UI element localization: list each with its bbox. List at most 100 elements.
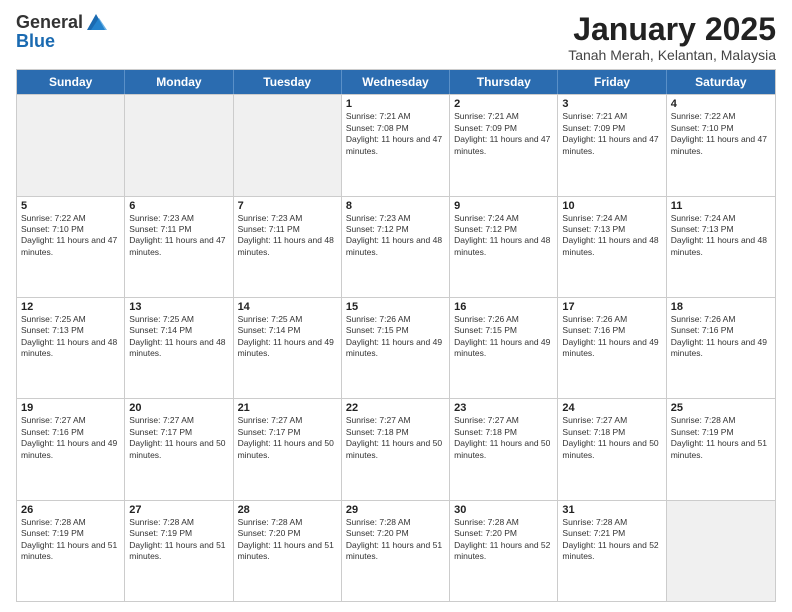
logo: General Blue bbox=[16, 12, 107, 52]
day-info: Sunrise: 7:25 AMSunset: 7:14 PMDaylight:… bbox=[238, 314, 337, 360]
day-info: Sunrise: 7:24 AMSunset: 7:13 PMDaylight:… bbox=[562, 213, 661, 259]
cal-cell: 25Sunrise: 7:28 AMSunset: 7:19 PMDayligh… bbox=[667, 399, 775, 499]
cal-cell: 10Sunrise: 7:24 AMSunset: 7:13 PMDayligh… bbox=[558, 197, 666, 297]
day-number: 20 bbox=[129, 402, 228, 414]
cal-cell: 7Sunrise: 7:23 AMSunset: 7:11 PMDaylight… bbox=[234, 197, 342, 297]
main-title: January 2025 bbox=[568, 12, 776, 47]
day-info: Sunrise: 7:28 AMSunset: 7:20 PMDaylight:… bbox=[454, 517, 553, 563]
cal-cell: 14Sunrise: 7:25 AMSunset: 7:14 PMDayligh… bbox=[234, 298, 342, 398]
day-number: 2 bbox=[454, 98, 553, 110]
day-info: Sunrise: 7:27 AMSunset: 7:17 PMDaylight:… bbox=[238, 415, 337, 461]
cal-cell: 4Sunrise: 7:22 AMSunset: 7:10 PMDaylight… bbox=[667, 95, 775, 195]
cal-cell: 30Sunrise: 7:28 AMSunset: 7:20 PMDayligh… bbox=[450, 501, 558, 601]
day-info: Sunrise: 7:23 AMSunset: 7:11 PMDaylight:… bbox=[238, 213, 337, 259]
day-number: 4 bbox=[671, 98, 771, 110]
subtitle: Tanah Merah, Kelantan, Malaysia bbox=[568, 47, 776, 63]
cal-cell: 29Sunrise: 7:28 AMSunset: 7:20 PMDayligh… bbox=[342, 501, 450, 601]
cal-cell: 21Sunrise: 7:27 AMSunset: 7:17 PMDayligh… bbox=[234, 399, 342, 499]
day-number: 27 bbox=[129, 504, 228, 516]
day-number: 13 bbox=[129, 301, 228, 313]
day-info: Sunrise: 7:22 AMSunset: 7:10 PMDaylight:… bbox=[671, 111, 771, 157]
logo-general-text: General bbox=[16, 13, 83, 33]
cal-cell: 12Sunrise: 7:25 AMSunset: 7:13 PMDayligh… bbox=[17, 298, 125, 398]
day-info: Sunrise: 7:25 AMSunset: 7:13 PMDaylight:… bbox=[21, 314, 120, 360]
cal-cell: 5Sunrise: 7:22 AMSunset: 7:10 PMDaylight… bbox=[17, 197, 125, 297]
cal-header-wednesday: Wednesday bbox=[342, 70, 450, 94]
day-number: 5 bbox=[21, 200, 120, 212]
cal-cell: 11Sunrise: 7:24 AMSunset: 7:13 PMDayligh… bbox=[667, 197, 775, 297]
day-number: 30 bbox=[454, 504, 553, 516]
day-number: 28 bbox=[238, 504, 337, 516]
day-number: 12 bbox=[21, 301, 120, 313]
day-number: 29 bbox=[346, 504, 445, 516]
day-info: Sunrise: 7:25 AMSunset: 7:14 PMDaylight:… bbox=[129, 314, 228, 360]
day-number: 31 bbox=[562, 504, 661, 516]
cal-cell: 19Sunrise: 7:27 AMSunset: 7:16 PMDayligh… bbox=[17, 399, 125, 499]
day-info: Sunrise: 7:27 AMSunset: 7:18 PMDaylight:… bbox=[346, 415, 445, 461]
day-number: 14 bbox=[238, 301, 337, 313]
day-info: Sunrise: 7:27 AMSunset: 7:17 PMDaylight:… bbox=[129, 415, 228, 461]
cal-header-tuesday: Tuesday bbox=[234, 70, 342, 94]
cal-cell: 22Sunrise: 7:27 AMSunset: 7:18 PMDayligh… bbox=[342, 399, 450, 499]
day-info: Sunrise: 7:21 AMSunset: 7:08 PMDaylight:… bbox=[346, 111, 445, 157]
day-info: Sunrise: 7:27 AMSunset: 7:16 PMDaylight:… bbox=[21, 415, 120, 461]
day-info: Sunrise: 7:26 AMSunset: 7:15 PMDaylight:… bbox=[346, 314, 445, 360]
cal-cell: 9Sunrise: 7:24 AMSunset: 7:12 PMDaylight… bbox=[450, 197, 558, 297]
cal-header-saturday: Saturday bbox=[667, 70, 775, 94]
cal-week-4: 19Sunrise: 7:27 AMSunset: 7:16 PMDayligh… bbox=[17, 398, 775, 499]
day-info: Sunrise: 7:28 AMSunset: 7:20 PMDaylight:… bbox=[238, 517, 337, 563]
day-number: 22 bbox=[346, 402, 445, 414]
day-info: Sunrise: 7:28 AMSunset: 7:21 PMDaylight:… bbox=[562, 517, 661, 563]
day-number: 1 bbox=[346, 98, 445, 110]
day-number: 8 bbox=[346, 200, 445, 212]
cal-cell: 26Sunrise: 7:28 AMSunset: 7:19 PMDayligh… bbox=[17, 501, 125, 601]
day-info: Sunrise: 7:23 AMSunset: 7:11 PMDaylight:… bbox=[129, 213, 228, 259]
day-info: Sunrise: 7:21 AMSunset: 7:09 PMDaylight:… bbox=[562, 111, 661, 157]
logo-icon bbox=[85, 12, 107, 34]
cal-cell: 13Sunrise: 7:25 AMSunset: 7:14 PMDayligh… bbox=[125, 298, 233, 398]
cal-cell: 24Sunrise: 7:27 AMSunset: 7:18 PMDayligh… bbox=[558, 399, 666, 499]
cal-cell: 16Sunrise: 7:26 AMSunset: 7:15 PMDayligh… bbox=[450, 298, 558, 398]
cal-week-3: 12Sunrise: 7:25 AMSunset: 7:13 PMDayligh… bbox=[17, 297, 775, 398]
day-info: Sunrise: 7:27 AMSunset: 7:18 PMDaylight:… bbox=[454, 415, 553, 461]
day-number: 9 bbox=[454, 200, 553, 212]
day-info: Sunrise: 7:26 AMSunset: 7:16 PMDaylight:… bbox=[562, 314, 661, 360]
cal-cell: 8Sunrise: 7:23 AMSunset: 7:12 PMDaylight… bbox=[342, 197, 450, 297]
day-info: Sunrise: 7:26 AMSunset: 7:15 PMDaylight:… bbox=[454, 314, 553, 360]
cal-cell: 31Sunrise: 7:28 AMSunset: 7:21 PMDayligh… bbox=[558, 501, 666, 601]
day-number: 3 bbox=[562, 98, 661, 110]
day-info: Sunrise: 7:28 AMSunset: 7:19 PMDaylight:… bbox=[21, 517, 120, 563]
day-info: Sunrise: 7:28 AMSunset: 7:19 PMDaylight:… bbox=[129, 517, 228, 563]
day-info: Sunrise: 7:28 AMSunset: 7:20 PMDaylight:… bbox=[346, 517, 445, 563]
logo-blue-text: Blue bbox=[16, 32, 55, 52]
day-number: 21 bbox=[238, 402, 337, 414]
cal-week-2: 5Sunrise: 7:22 AMSunset: 7:10 PMDaylight… bbox=[17, 196, 775, 297]
day-number: 17 bbox=[562, 301, 661, 313]
day-info: Sunrise: 7:23 AMSunset: 7:12 PMDaylight:… bbox=[346, 213, 445, 259]
cal-cell: 6Sunrise: 7:23 AMSunset: 7:11 PMDaylight… bbox=[125, 197, 233, 297]
day-number: 25 bbox=[671, 402, 771, 414]
calendar-header: SundayMondayTuesdayWednesdayThursdayFrid… bbox=[17, 70, 775, 94]
cal-cell bbox=[125, 95, 233, 195]
day-info: Sunrise: 7:24 AMSunset: 7:12 PMDaylight:… bbox=[454, 213, 553, 259]
cal-cell: 27Sunrise: 7:28 AMSunset: 7:19 PMDayligh… bbox=[125, 501, 233, 601]
cal-cell: 15Sunrise: 7:26 AMSunset: 7:15 PMDayligh… bbox=[342, 298, 450, 398]
day-number: 15 bbox=[346, 301, 445, 313]
cal-cell: 20Sunrise: 7:27 AMSunset: 7:17 PMDayligh… bbox=[125, 399, 233, 499]
day-number: 16 bbox=[454, 301, 553, 313]
day-number: 24 bbox=[562, 402, 661, 414]
cal-cell: 18Sunrise: 7:26 AMSunset: 7:16 PMDayligh… bbox=[667, 298, 775, 398]
cal-header-friday: Friday bbox=[558, 70, 666, 94]
cal-cell: 3Sunrise: 7:21 AMSunset: 7:09 PMDaylight… bbox=[558, 95, 666, 195]
cal-cell bbox=[234, 95, 342, 195]
day-info: Sunrise: 7:21 AMSunset: 7:09 PMDaylight:… bbox=[454, 111, 553, 157]
day-info: Sunrise: 7:26 AMSunset: 7:16 PMDaylight:… bbox=[671, 314, 771, 360]
day-number: 19 bbox=[21, 402, 120, 414]
cal-header-thursday: Thursday bbox=[450, 70, 558, 94]
day-info: Sunrise: 7:27 AMSunset: 7:18 PMDaylight:… bbox=[562, 415, 661, 461]
day-info: Sunrise: 7:28 AMSunset: 7:19 PMDaylight:… bbox=[671, 415, 771, 461]
cal-cell bbox=[667, 501, 775, 601]
cal-cell: 17Sunrise: 7:26 AMSunset: 7:16 PMDayligh… bbox=[558, 298, 666, 398]
day-number: 26 bbox=[21, 504, 120, 516]
day-number: 6 bbox=[129, 200, 228, 212]
